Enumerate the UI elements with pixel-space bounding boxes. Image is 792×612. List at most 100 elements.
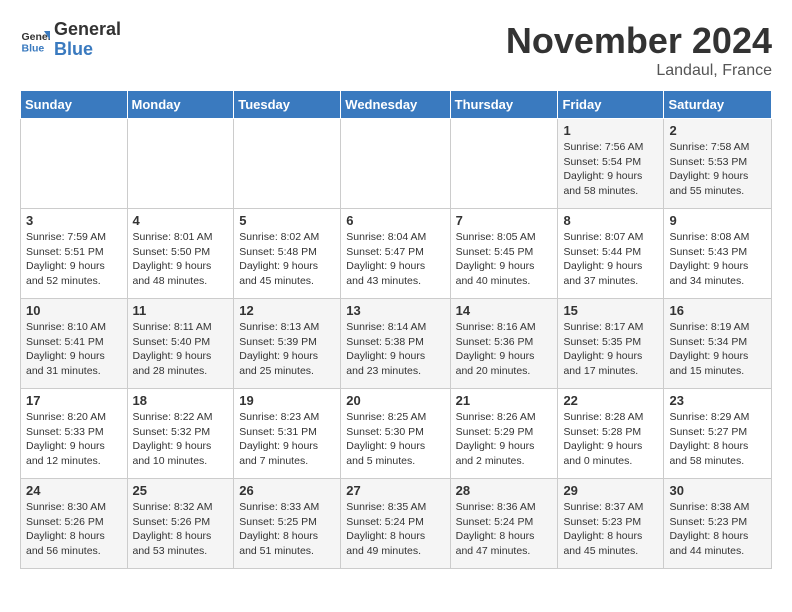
day-info: Sunrise: 8:22 AMSunset: 5:32 PMDaylight:… <box>133 410 229 469</box>
day-info: Sunrise: 8:32 AMSunset: 5:26 PMDaylight:… <box>133 500 229 559</box>
day-cell: 13Sunrise: 8:14 AMSunset: 5:38 PMDayligh… <box>341 299 450 389</box>
day-info: Sunrise: 8:02 AMSunset: 5:48 PMDaylight:… <box>239 230 335 289</box>
day-info: Sunrise: 8:20 AMSunset: 5:33 PMDaylight:… <box>26 410 122 469</box>
day-number: 13 <box>346 303 444 318</box>
weekday-header-row: SundayMondayTuesdayWednesdayThursdayFrid… <box>21 91 772 119</box>
weekday-header-saturday: Saturday <box>664 91 772 119</box>
day-number: 10 <box>26 303 122 318</box>
day-cell: 23 Sunrise: 8:29 AMSunset: 5:27 PMDayligh… <box>664 389 772 479</box>
week-row-1: 1 Sunrise: 7:56 AMSunset: 5:54 PMDaylight… <box>21 119 772 209</box>
logo-line2: Blue <box>54 40 121 60</box>
day-number: 23 <box>669 393 766 408</box>
day-cell: 19Sunrise: 8:23 AMSunset: 5:31 PMDayligh… <box>234 389 341 479</box>
day-cell: 4Sunrise: 8:01 AMSunset: 5:50 PMDaylight… <box>127 209 234 299</box>
day-cell <box>341 119 450 209</box>
day-info: Sunrise: 8:04 AMSunset: 5:47 PMDaylight:… <box>346 230 444 289</box>
day-cell <box>127 119 234 209</box>
day-info: Sunrise: 8:36 AMSunset: 5:24 PMDaylight:… <box>456 500 553 559</box>
day-number: 11 <box>133 303 229 318</box>
day-number: 16 <box>669 303 766 318</box>
day-cell: 1 Sunrise: 7:56 AMSunset: 5:54 PMDaylight… <box>558 119 664 209</box>
day-cell: 29 Sunrise: 8:37 AMSunset: 5:23 PMDayligh… <box>558 479 664 569</box>
week-row-5: 24 Sunrise: 8:30 AMSunset: 5:26 PMDayligh… <box>21 479 772 569</box>
day-number: 19 <box>239 393 335 408</box>
day-cell: 10Sunrise: 8:10 AMSunset: 5:41 PMDayligh… <box>21 299 128 389</box>
day-cell: 12 Sunrise: 8:13 AMSunset: 5:39 PMDayligh… <box>234 299 341 389</box>
calendar-table: SundayMondayTuesdayWednesdayThursdayFrid… <box>20 90 772 569</box>
day-cell: 21Sunrise: 8:26 AMSunset: 5:29 PMDayligh… <box>450 389 558 479</box>
day-info: Sunrise: 8:19 AMSunset: 5:34 PMDaylight:… <box>669 320 766 379</box>
day-cell: 27Sunrise: 8:35 AMSunset: 5:24 PMDayligh… <box>341 479 450 569</box>
day-cell: 2Sunrise: 7:58 AMSunset: 5:53 PMDaylight… <box>664 119 772 209</box>
day-info: Sunrise: 8:33 AMSunset: 5:25 PMDaylight:… <box>239 500 335 559</box>
day-cell: 5 Sunrise: 8:02 AMSunset: 5:48 PMDaylight… <box>234 209 341 299</box>
day-cell <box>450 119 558 209</box>
day-number: 24 <box>26 483 122 498</box>
day-number: 5 <box>239 213 335 228</box>
day-cell: 6Sunrise: 8:04 AMSunset: 5:47 PMDaylight… <box>341 209 450 299</box>
day-cell: 15 Sunrise: 8:17 AMSunset: 5:35 PMDayligh… <box>558 299 664 389</box>
day-number: 26 <box>239 483 335 498</box>
day-info: Sunrise: 8:26 AMSunset: 5:29 PMDaylight:… <box>456 410 553 469</box>
logo-icon: General Blue <box>20 25 50 55</box>
day-info: Sunrise: 8:17 AMSunset: 5:35 PMDaylight:… <box>563 320 658 379</box>
weekday-header-sunday: Sunday <box>21 91 128 119</box>
day-info: Sunrise: 8:05 AMSunset: 5:45 PMDaylight:… <box>456 230 553 289</box>
day-cell: 22 Sunrise: 8:28 AMSunset: 5:28 PMDayligh… <box>558 389 664 479</box>
day-number: 4 <box>133 213 229 228</box>
logo-line1: General <box>54 20 121 40</box>
day-cell <box>21 119 128 209</box>
day-number: 28 <box>456 483 553 498</box>
day-number: 14 <box>456 303 553 318</box>
day-info: Sunrise: 8:28 AMSunset: 5:28 PMDaylight:… <box>563 410 658 469</box>
day-info: Sunrise: 8:07 AMSunset: 5:44 PMDaylight:… <box>563 230 658 289</box>
weekday-header-tuesday: Tuesday <box>234 91 341 119</box>
day-number: 7 <box>456 213 553 228</box>
day-cell: 28 Sunrise: 8:36 AMSunset: 5:24 PMDayligh… <box>450 479 558 569</box>
day-cell: 24 Sunrise: 8:30 AMSunset: 5:26 PMDayligh… <box>21 479 128 569</box>
day-number: 22 <box>563 393 658 408</box>
day-number: 15 <box>563 303 658 318</box>
day-cell: 16 Sunrise: 8:19 AMSunset: 5:34 PMDayligh… <box>664 299 772 389</box>
day-info: Sunrise: 8:13 AMSunset: 5:39 PMDaylight:… <box>239 320 335 379</box>
day-cell: 17 Sunrise: 8:20 AMSunset: 5:33 PMDayligh… <box>21 389 128 479</box>
day-info: Sunrise: 8:38 AMSunset: 5:23 PMDaylight:… <box>669 500 766 559</box>
day-number: 2 <box>669 123 766 138</box>
day-number: 9 <box>669 213 766 228</box>
calendar-header: SundayMondayTuesdayWednesdayThursdayFrid… <box>21 91 772 119</box>
day-cell: 25Sunrise: 8:32 AMSunset: 5:26 PMDayligh… <box>127 479 234 569</box>
day-cell: 18Sunrise: 8:22 AMSunset: 5:32 PMDayligh… <box>127 389 234 479</box>
day-number: 17 <box>26 393 122 408</box>
day-cell: 14 Sunrise: 8:16 AMSunset: 5:36 PMDayligh… <box>450 299 558 389</box>
header: General Blue General Blue November 2024 … <box>20 20 772 80</box>
day-info: Sunrise: 8:30 AMSunset: 5:26 PMDaylight:… <box>26 500 122 559</box>
week-row-4: 17 Sunrise: 8:20 AMSunset: 5:33 PMDayligh… <box>21 389 772 479</box>
weekday-header-monday: Monday <box>127 91 234 119</box>
day-number: 1 <box>563 123 658 138</box>
day-number: 29 <box>563 483 658 498</box>
day-info: Sunrise: 8:29 AMSunset: 5:27 PMDaylight:… <box>669 410 766 469</box>
day-cell: 7 Sunrise: 8:05 AMSunset: 5:45 PMDaylight… <box>450 209 558 299</box>
day-info: Sunrise: 8:25 AMSunset: 5:30 PMDaylight:… <box>346 410 444 469</box>
day-info: Sunrise: 8:35 AMSunset: 5:24 PMDaylight:… <box>346 500 444 559</box>
day-info: Sunrise: 8:16 AMSunset: 5:36 PMDaylight:… <box>456 320 553 379</box>
calendar-body: 1 Sunrise: 7:56 AMSunset: 5:54 PMDaylight… <box>21 119 772 569</box>
day-info: Sunrise: 8:08 AMSunset: 5:43 PMDaylight:… <box>669 230 766 289</box>
day-info: Sunrise: 7:56 AMSunset: 5:54 PMDaylight:… <box>563 140 658 199</box>
day-cell: 26 Sunrise: 8:33 AMSunset: 5:25 PMDayligh… <box>234 479 341 569</box>
day-cell <box>234 119 341 209</box>
svg-text:Blue: Blue <box>22 42 45 54</box>
day-cell: 20Sunrise: 8:25 AMSunset: 5:30 PMDayligh… <box>341 389 450 479</box>
day-number: 8 <box>563 213 658 228</box>
day-number: 30 <box>669 483 766 498</box>
day-info: Sunrise: 8:11 AMSunset: 5:40 PMDaylight:… <box>133 320 229 379</box>
weekday-header-thursday: Thursday <box>450 91 558 119</box>
week-row-2: 3Sunrise: 7:59 AMSunset: 5:51 PMDaylight… <box>21 209 772 299</box>
weekday-header-wednesday: Wednesday <box>341 91 450 119</box>
day-info: Sunrise: 8:37 AMSunset: 5:23 PMDaylight:… <box>563 500 658 559</box>
day-cell: 3Sunrise: 7:59 AMSunset: 5:51 PMDaylight… <box>21 209 128 299</box>
day-info: Sunrise: 7:59 AMSunset: 5:51 PMDaylight:… <box>26 230 122 289</box>
day-number: 12 <box>239 303 335 318</box>
location-title: Landaul, France <box>506 62 772 80</box>
day-cell: 8 Sunrise: 8:07 AMSunset: 5:44 PMDaylight… <box>558 209 664 299</box>
